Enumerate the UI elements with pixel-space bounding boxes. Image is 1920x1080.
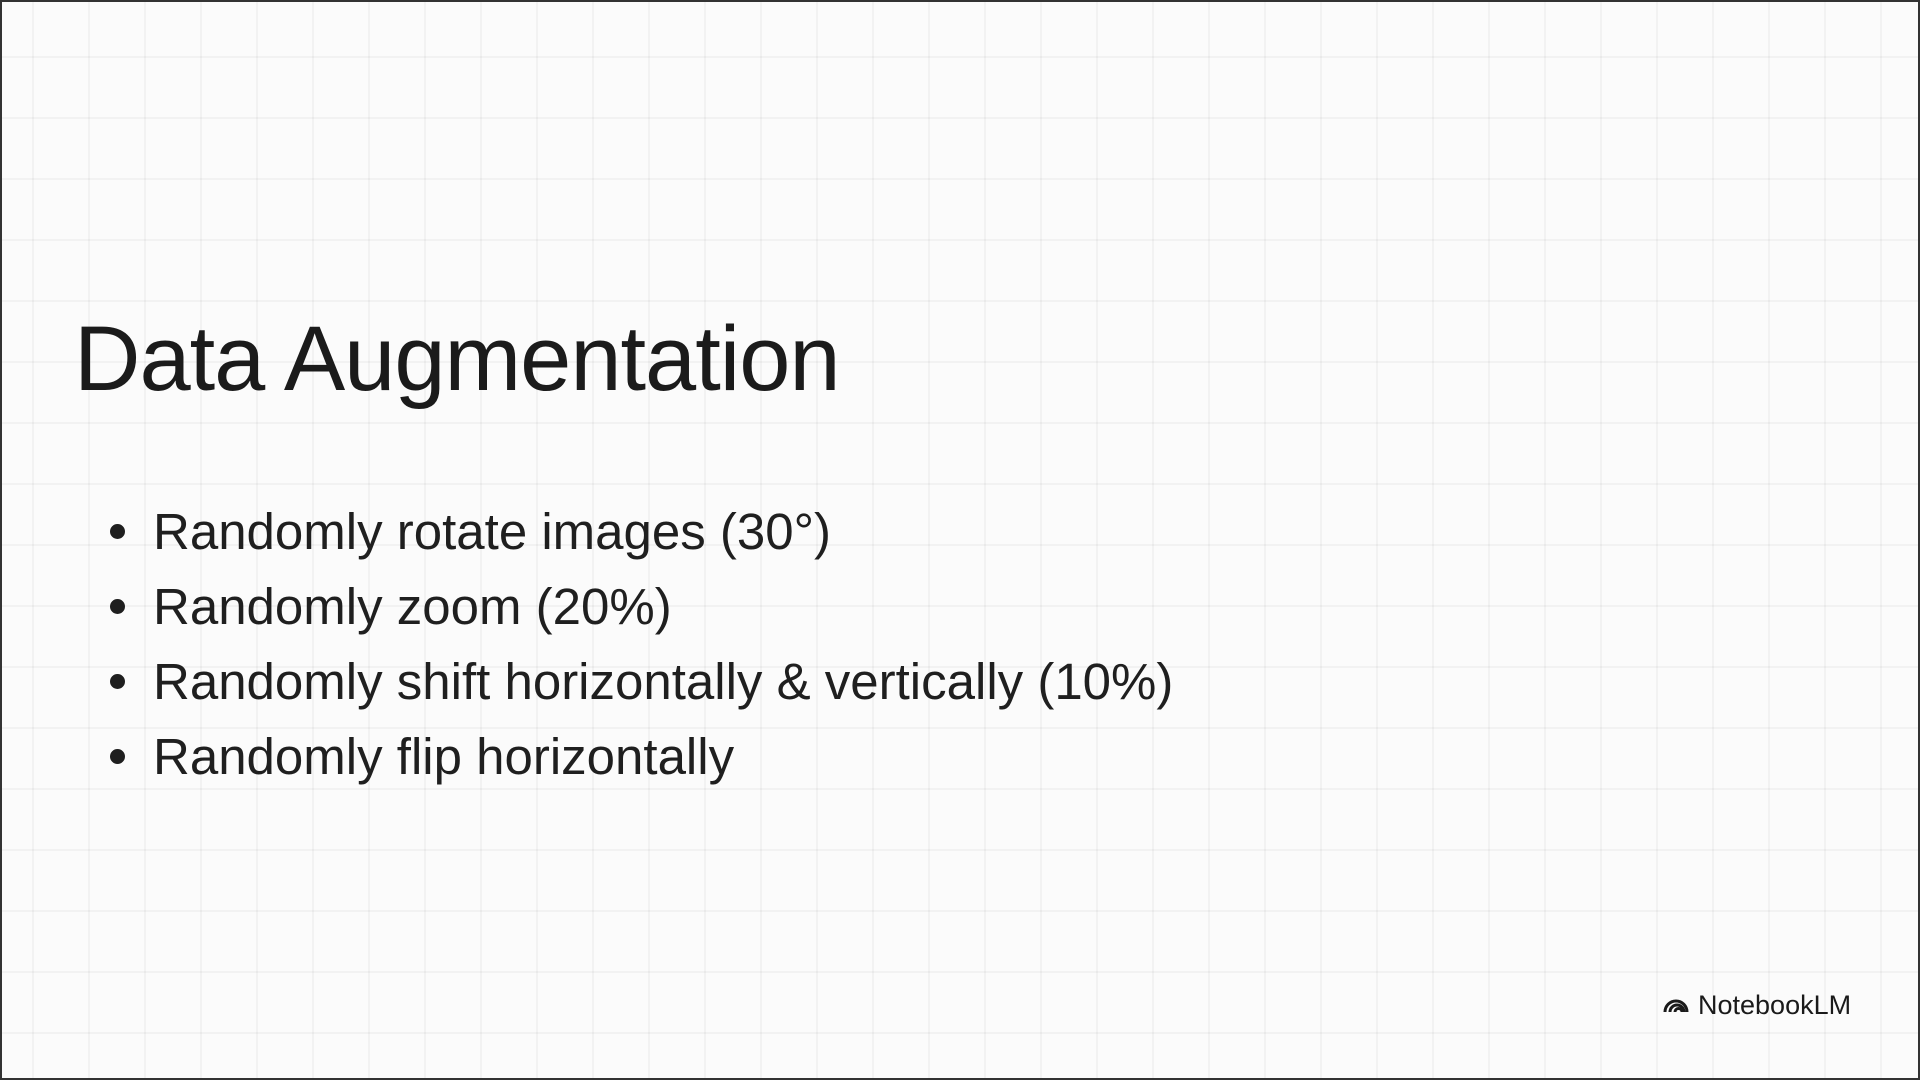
notebooklm-arcs-icon	[1662, 990, 1690, 1021]
bullet-dot-icon	[110, 599, 125, 614]
bullet-list: Randomly rotate images (30°) Randomly zo…	[110, 494, 1173, 794]
bullet-text: Randomly zoom (20%)	[153, 578, 672, 635]
bullet-item: Randomly zoom (20%)	[110, 569, 1173, 644]
bullet-item: Randomly rotate images (30°)	[110, 494, 1173, 569]
bullet-text: Randomly shift horizontally & vertically…	[153, 653, 1174, 710]
bullet-item: Randomly shift horizontally & vertically…	[110, 644, 1173, 719]
logo-text: NotebookLM	[1698, 990, 1852, 1020]
slide-title: Data Augmentation	[74, 308, 841, 410]
bullet-item: Randomly flip horizontally	[110, 719, 1173, 794]
bullet-dot-icon	[110, 524, 125, 539]
bullet-dot-icon	[110, 674, 125, 689]
notebooklm-logo: NotebookLM	[1662, 990, 1851, 1021]
bullet-dot-icon	[110, 749, 125, 764]
bullet-text: Randomly rotate images (30°)	[153, 503, 832, 560]
bullet-text: Randomly flip horizontally	[153, 728, 735, 785]
